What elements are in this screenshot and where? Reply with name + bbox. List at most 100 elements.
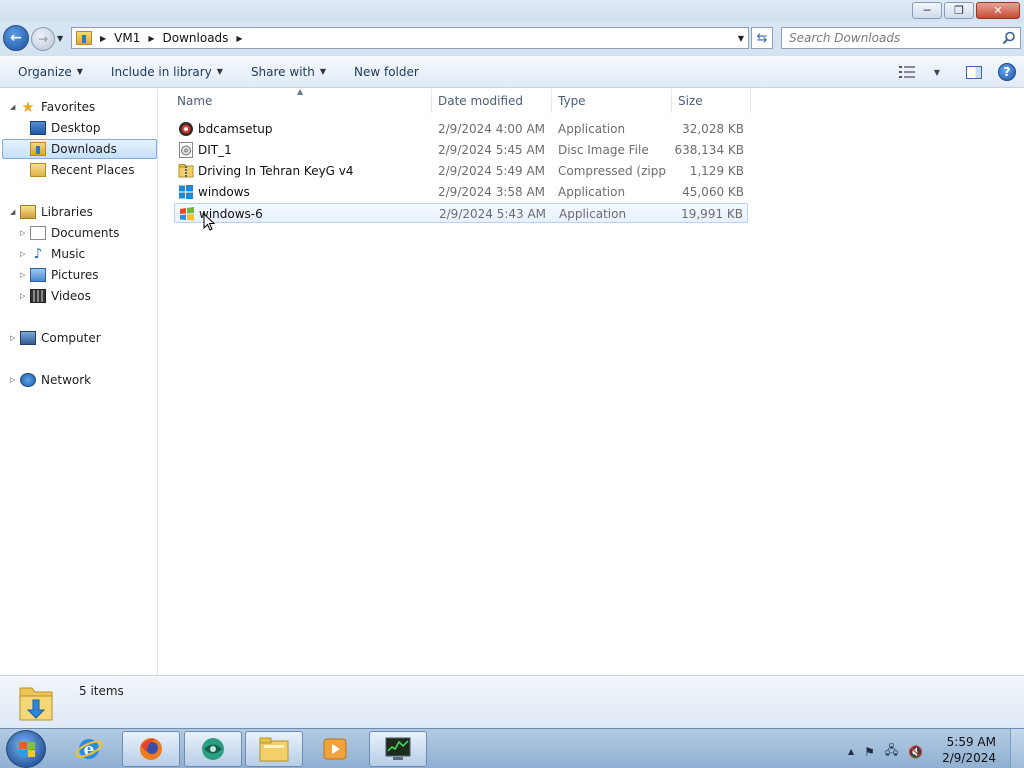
search-box[interactable] [781, 27, 1021, 49]
nav-videos[interactable]: Videos [30, 286, 91, 306]
column-header-date-modified[interactable]: Date modified [438, 89, 523, 113]
taskbar-media-player[interactable] [306, 731, 364, 767]
start-button[interactable] [6, 730, 46, 768]
downloads-folder-icon [19, 687, 53, 721]
column-size-label: Size [678, 94, 703, 108]
preview-pane-icon[interactable] [966, 65, 982, 79]
maximize-button[interactable]: ❐ [944, 2, 974, 19]
star-icon: ★ [21, 98, 35, 116]
nav-pictures[interactable]: Pictures [30, 265, 99, 285]
change-view-button[interactable] [892, 60, 922, 84]
pictures-icon [30, 268, 46, 282]
column-divider[interactable] [551, 89, 552, 113]
collapse-triangle-icon[interactable]: ◢ [10, 103, 15, 111]
collapse-triangle-icon[interactable]: ◢ [10, 208, 15, 216]
nav-libraries[interactable]: Libraries [20, 202, 93, 222]
expand-triangle-icon[interactable]: ▷ [20, 229, 25, 237]
chevron-down-icon: ▼ [933, 67, 941, 77]
breadcrumb-chevron-icon[interactable]: ▶ [100, 34, 106, 43]
nav-recent-places[interactable]: Recent Places [30, 160, 134, 180]
taskbar-windows-explorer[interactable] [245, 731, 303, 767]
include-in-library-menu[interactable]: Include in library ▼ [101, 60, 233, 84]
network-globe-icon [20, 373, 36, 387]
nav-downloads[interactable]: Downloads [2, 139, 157, 159]
nav-network[interactable]: Network [20, 370, 91, 390]
organize-menu[interactable]: Organize ▼ [8, 60, 93, 84]
breadcrumb-chevron-icon[interactable]: ▶ [236, 34, 242, 43]
view-options-dropdown[interactable]: ▼ [922, 60, 952, 84]
minimize-button[interactable]: ─ [912, 2, 942, 19]
taskbar-system-monitor[interactable] [369, 731, 427, 767]
address-bar[interactable]: ▶ VM1 ▶ Downloads ▶ ▼ [71, 27, 749, 49]
show-desktop-button[interactable] [1010, 729, 1024, 768]
nav-music-label: Music [51, 247, 86, 261]
forward-button[interactable]: → [31, 27, 55, 51]
breadcrumb-downloads[interactable]: Downloads [163, 31, 229, 45]
chevron-down-icon: ▼ [76, 67, 83, 76]
share-with-label: Share with [250, 64, 315, 79]
recent-pages-dropdown[interactable]: ▼ [57, 34, 63, 43]
file-row-driving-in-tehran[interactable]: Driving In Tehran KeyG v4 2/9/2024 5:49 … [174, 161, 748, 181]
nav-downloads-label: Downloads [51, 142, 117, 156]
mouse-pointer-icon [203, 213, 215, 231]
file-row-dit-1[interactable]: DIT_1 2/9/2024 5:45 AM Disc Image File 6… [174, 140, 748, 160]
close-button[interactable]: ✕ [976, 2, 1020, 19]
taskbar-internet-explorer[interactable]: e [60, 731, 118, 767]
nav-favorites[interactable]: ★ Favorites [20, 97, 95, 117]
file-row-windows-6[interactable]: windows-6 2/9/2024 5:43 AM Application 1… [174, 203, 748, 223]
nav-desktop[interactable]: Desktop [30, 118, 101, 138]
file-date: 2/9/2024 5:49 AM [438, 164, 546, 178]
search-input[interactable] [789, 28, 999, 48]
refresh-icon: ⇆ [756, 30, 768, 46]
taskbar-firefox[interactable] [122, 731, 180, 767]
taskbar-green-app[interactable] [184, 731, 242, 767]
new-folder-label: New folder [354, 64, 419, 79]
file-size: 638,134 KB [674, 143, 744, 157]
refresh-button[interactable]: ⇆ [751, 27, 773, 49]
column-header-type[interactable]: Type [558, 89, 586, 113]
file-size: 19,991 KB [681, 207, 743, 221]
notification-area: ▲ ⚑ 🖧 🔇 5:59 AM 2/9/2024 [844, 729, 1024, 768]
documents-icon [30, 226, 46, 240]
search-icon[interactable] [1002, 31, 1016, 45]
help-icon[interactable]: ? [998, 63, 1016, 81]
file-row-windows[interactable]: windows 2/9/2024 3:58 AM Application 45,… [174, 182, 748, 202]
new-folder-button[interactable]: New folder [344, 60, 429, 84]
column-divider[interactable] [431, 89, 432, 113]
action-center-flag-icon[interactable]: ⚑ [864, 745, 875, 759]
show-hidden-icons-icon[interactable]: ▲ [848, 747, 854, 756]
nav-music[interactable]: ♪ Music [30, 244, 86, 264]
expand-triangle-icon[interactable]: ▷ [20, 250, 25, 258]
breadcrumb-chevron-icon[interactable]: ▶ [148, 34, 154, 43]
column-header-name[interactable]: Name [177, 89, 212, 113]
forward-arrow-icon: → [37, 32, 49, 46]
address-history-dropdown[interactable]: ▼ [738, 34, 744, 43]
window-controls: ─ ❐ ✕ [910, 2, 1020, 19]
network-status-icon[interactable]: 🖧 [885, 741, 898, 762]
breadcrumb-vm1[interactable]: VM1 [114, 31, 140, 45]
nav-documents[interactable]: Documents [30, 223, 119, 243]
volume-muted-icon[interactable]: 🔇 [908, 745, 923, 759]
file-size: 32,028 KB [682, 122, 744, 136]
column-divider[interactable] [671, 89, 672, 113]
file-size: 45,060 KB [682, 185, 744, 199]
file-type: Application [558, 122, 626, 136]
clock-time[interactable]: 5:59 AM [947, 735, 996, 749]
clock-date[interactable]: 2/9/2024 [942, 751, 996, 765]
expand-triangle-icon[interactable]: ▷ [20, 271, 25, 279]
share-with-menu[interactable]: Share with ▼ [241, 60, 336, 84]
nav-computer[interactable]: Computer [20, 328, 101, 348]
expand-triangle-icon[interactable]: ▷ [10, 376, 15, 384]
expand-triangle-icon[interactable]: ▷ [10, 334, 15, 342]
column-divider[interactable] [750, 89, 751, 113]
green-globe-app-icon [202, 738, 224, 760]
file-type: Application [558, 185, 626, 199]
downloads-folder-icon [76, 31, 92, 45]
column-header-size[interactable]: Size [678, 89, 703, 113]
tray-icons: ▲ ⚑ 🖧 🔇 [848, 741, 933, 762]
back-button[interactable]: ← [3, 25, 29, 51]
window-titlebar: ─ ❐ ✕ [0, 0, 1024, 22]
libraries-icon [20, 205, 36, 219]
expand-triangle-icon[interactable]: ▷ [20, 292, 25, 300]
file-row-bdcamsetup[interactable]: bdcamsetup 2/9/2024 4:00 AM Application … [174, 119, 748, 139]
